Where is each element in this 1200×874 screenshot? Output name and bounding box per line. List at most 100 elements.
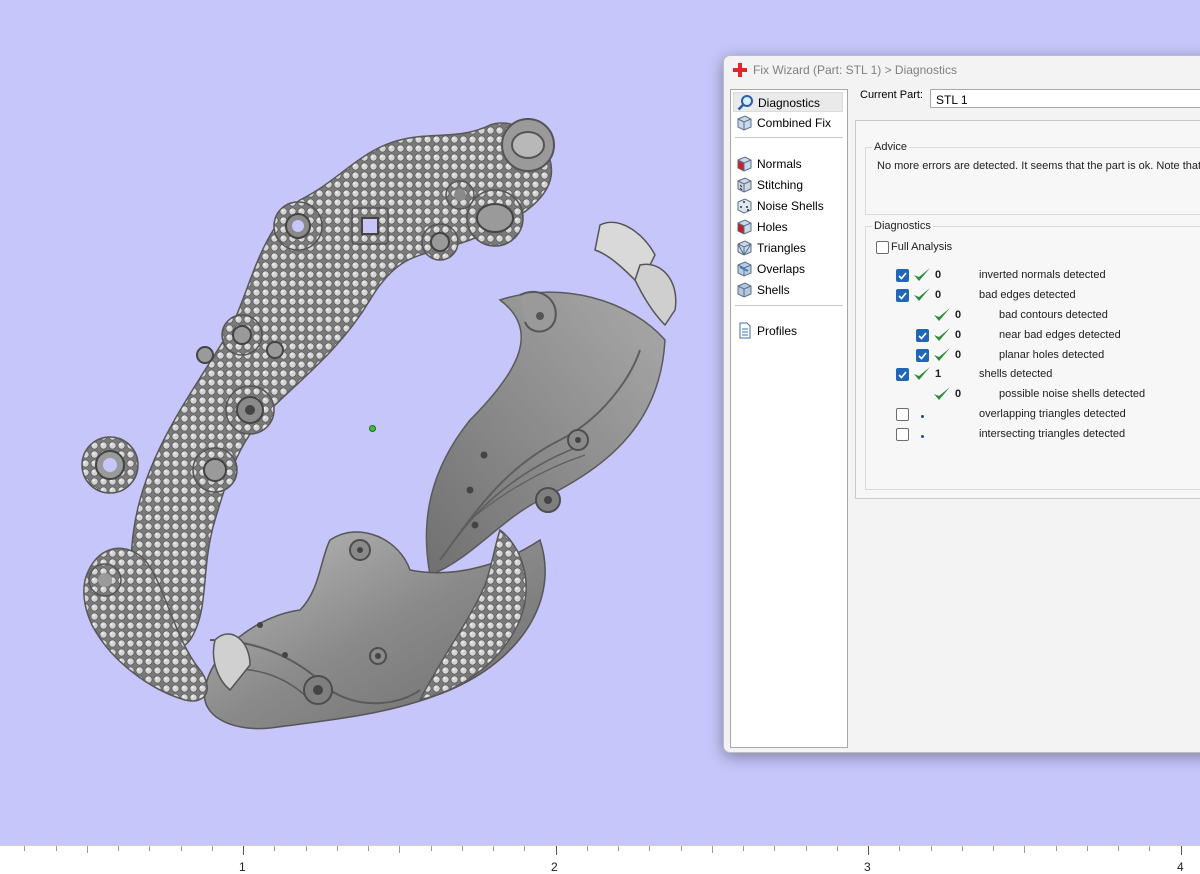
- full-analysis-checkbox[interactable]: [876, 241, 889, 254]
- ruler-tick: [87, 846, 88, 853]
- ruler-tick: [806, 846, 807, 851]
- fix-wizard-dialog: Fix Wizard (Part: STL 1) > Diagnostics D…: [723, 55, 1200, 753]
- ruler-tick: [681, 846, 682, 851]
- diag-row-inverted-normals: 0 inverted normals detected: [724, 267, 1194, 285]
- ruler-tick: [837, 846, 838, 851]
- row-label: possible noise shells detected: [999, 388, 1146, 400]
- current-part-field[interactable]: STL 1: [930, 89, 1200, 108]
- ruler-tick: [1149, 846, 1150, 851]
- row-label: inverted normals detected: [979, 269, 1106, 281]
- row-label: intersecting triangles detected: [979, 428, 1126, 440]
- advice-group: [865, 147, 1200, 215]
- current-part-label: Current Part:: [860, 89, 923, 101]
- ok-check-icon: [934, 387, 950, 400]
- row-checkbox[interactable]: [916, 329, 929, 342]
- ruler-tick: [274, 846, 275, 851]
- nav-item-triangles[interactable]: Triangles: [733, 238, 843, 258]
- checkmark-icon: [918, 332, 927, 340]
- ruler-tick: [56, 846, 57, 851]
- ruler-tick: [1118, 846, 1119, 851]
- row-count: 0: [955, 329, 962, 341]
- nav-item-label: Holes: [757, 220, 788, 234]
- row-count: 1: [935, 368, 942, 380]
- diag-row-near-bad-edges: 0 near bad edges detected: [724, 327, 1194, 345]
- nav-item-combined-fix[interactable]: Combined Fix: [733, 113, 843, 133]
- checkmark-icon: [898, 371, 907, 379]
- nav-item-noise-shells[interactable]: Noise Shells: [733, 196, 843, 216]
- ruler-tick: [743, 846, 744, 851]
- row-label: planar holes detected: [999, 349, 1105, 361]
- red-cross-icon: [733, 63, 747, 77]
- ruler-tick: [181, 846, 182, 851]
- ok-check-icon: [914, 288, 930, 301]
- pending-dot-icon: [921, 435, 924, 438]
- row-checkbox[interactable]: [916, 349, 929, 362]
- diag-row-overlapping-triangles: overlapping triangles detected: [724, 406, 1194, 424]
- diag-row-shells: 1 shells detected: [724, 366, 1194, 384]
- row-label: overlapping triangles detected: [979, 408, 1126, 420]
- ruler-tick: [337, 846, 338, 851]
- ruler-tick: [24, 846, 25, 851]
- ruler-tick: [462, 846, 463, 851]
- row-count: 0: [955, 388, 962, 400]
- row-checkbox[interactable]: [896, 289, 909, 302]
- row-checkbox[interactable]: [896, 408, 909, 421]
- nav-item-diagnostics[interactable]: Diagnostics: [733, 92, 843, 112]
- ruler-tick: [524, 846, 525, 851]
- row-checkbox[interactable]: [896, 428, 909, 441]
- ruler-tick: [931, 846, 932, 851]
- row-label: near bad edges detected: [999, 329, 1121, 341]
- full-analysis-option[interactable]: Full Analysis: [874, 239, 1014, 257]
- cube-hole-icon: [737, 219, 752, 235]
- row-count: 0: [935, 289, 942, 301]
- cube-stitch-icon: [737, 177, 752, 193]
- row-count: 0: [955, 309, 962, 321]
- nav-separator: [735, 305, 843, 306]
- ruler-tick: [868, 846, 869, 855]
- rotation-center-point[interactable]: [369, 425, 376, 432]
- ring-model[interactable]: [0, 0, 720, 845]
- ruler-tick: [712, 846, 713, 853]
- cube-triangles-icon: [737, 240, 752, 256]
- ruler-label: 2: [551, 860, 558, 874]
- row-count: 0: [955, 349, 962, 361]
- ruler-tick: [649, 846, 650, 851]
- dialog-title: Fix Wizard (Part: STL 1) > Diagnostics: [753, 63, 957, 77]
- ruler-tick: [118, 846, 119, 851]
- checkmark-icon: [898, 272, 907, 280]
- nav-item-label: Triangles: [757, 241, 806, 255]
- ok-check-icon: [914, 268, 930, 281]
- dialog-titlebar[interactable]: Fix Wizard (Part: STL 1) > Diagnostics: [724, 56, 1200, 84]
- nav-item-label: Normals: [757, 157, 802, 171]
- ring-back-band: [425, 291, 666, 577]
- diag-row-bad-edges: 0 bad edges detected: [724, 287, 1194, 305]
- ruler-label: 4: [1177, 860, 1184, 874]
- ruler-tick: [774, 846, 775, 851]
- nav-item-holes[interactable]: Holes: [733, 217, 843, 237]
- nav-item-label: Combined Fix: [757, 116, 832, 130]
- ok-check-icon: [934, 328, 950, 341]
- ruler: 1 2 3 4: [0, 845, 1200, 874]
- nav-item-normals[interactable]: Normals: [733, 154, 843, 174]
- row-label: shells detected: [979, 368, 1053, 380]
- row-label: bad contours detected: [999, 309, 1108, 321]
- ruler-tick: [587, 846, 588, 851]
- cube-dots-icon: [737, 198, 752, 214]
- nav-item-stitching[interactable]: Stitching: [733, 175, 843, 195]
- cube-icon: [737, 115, 752, 131]
- row-checkbox[interactable]: [896, 269, 909, 282]
- ruler-tick: [618, 846, 619, 851]
- magnifier-icon: [737, 95, 753, 111]
- advice-title: Advice: [872, 141, 910, 153]
- cube-red-face-icon: [737, 156, 752, 172]
- ruler-label: 3: [864, 860, 871, 874]
- diag-row-noise-shells: 0 possible noise shells detected: [724, 386, 1194, 404]
- diag-row-bad-contours: 0 bad contours detected: [724, 307, 1194, 325]
- checkmark-icon: [918, 352, 927, 360]
- row-checkbox[interactable]: [896, 368, 909, 381]
- diag-row-intersecting-triangles: intersecting triangles detected: [724, 426, 1194, 444]
- ruler-tick: [431, 846, 432, 851]
- row-count: 0: [935, 269, 942, 281]
- ruler-tick: [149, 846, 150, 851]
- ruler-tick: [1087, 846, 1088, 851]
